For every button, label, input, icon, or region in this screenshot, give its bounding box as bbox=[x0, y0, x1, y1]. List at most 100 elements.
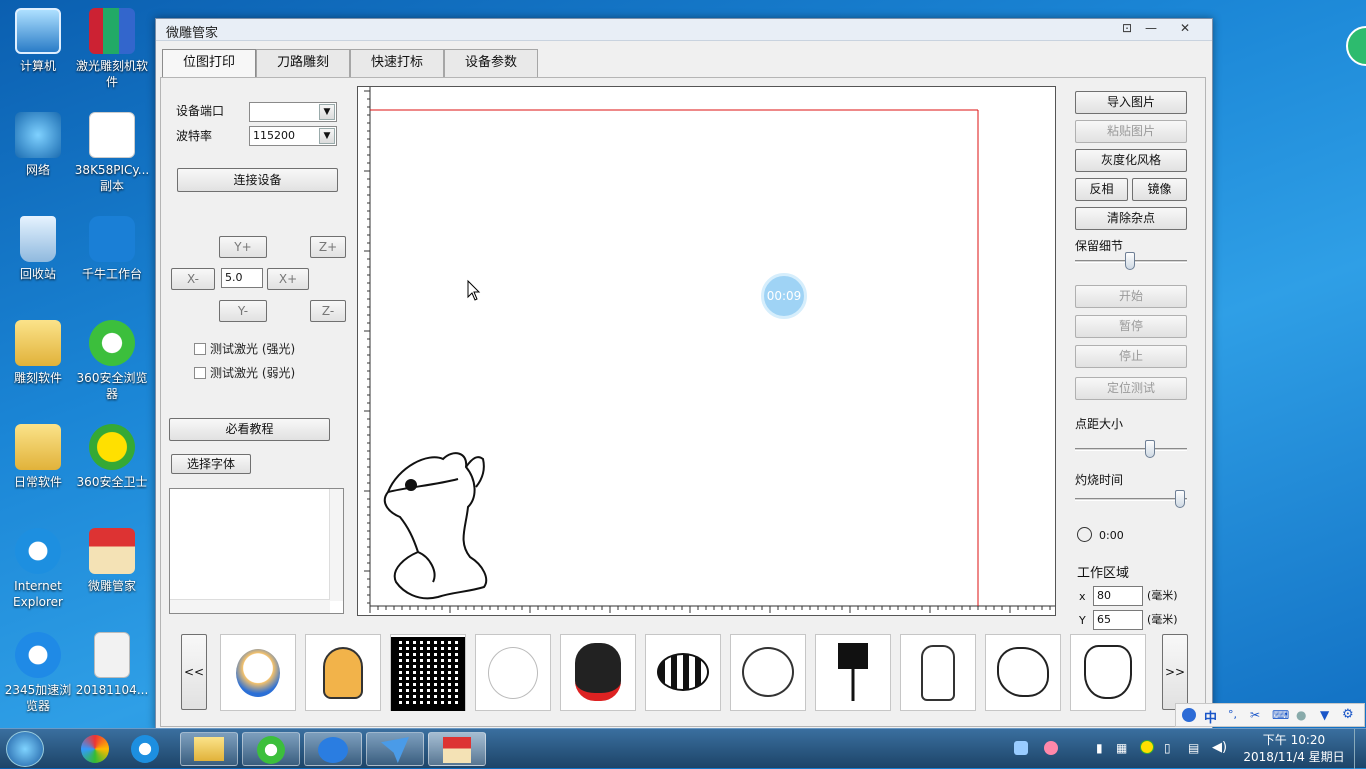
desktop-icon-2345-browser[interactable]: 2345加速浏览器 bbox=[0, 632, 76, 714]
tab-bitmap-print[interactable]: 位图打印 bbox=[162, 49, 256, 79]
work-y-input[interactable]: 65 bbox=[1093, 610, 1143, 630]
tray-device-icon[interactable]: ▯ bbox=[1164, 741, 1171, 755]
desktop-icon-computer[interactable]: 计算机 bbox=[0, 8, 76, 74]
tab-toolpath[interactable]: 刀路雕刻 bbox=[256, 49, 350, 77]
step-input[interactable]: 5.0 bbox=[221, 268, 263, 288]
text-input-area[interactable] bbox=[169, 488, 344, 614]
gallery-image-rabbit[interactable] bbox=[560, 634, 636, 711]
import-image-button[interactable]: 导入图片 bbox=[1075, 91, 1187, 114]
desktop-icon-laser-software[interactable]: 激光雕刻机软件 bbox=[74, 8, 150, 90]
locate-test-button[interactable]: 定位测试 bbox=[1075, 377, 1187, 400]
mirror-button[interactable]: 镜像 bbox=[1132, 178, 1187, 201]
gallery-image-duck[interactable] bbox=[220, 634, 296, 711]
vertical-scrollbar[interactable] bbox=[329, 489, 343, 601]
baud-select[interactable]: 115200 ▼ bbox=[249, 126, 337, 146]
bull-icon bbox=[1084, 645, 1132, 699]
tray-grid-icon[interactable]: ▦ bbox=[1116, 741, 1127, 755]
tab-device-params[interactable]: 设备参数 bbox=[444, 49, 538, 77]
engrave-canvas[interactable]: 00:09 bbox=[357, 86, 1056, 616]
tray-user-icon[interactable] bbox=[1014, 741, 1028, 755]
gallery-prev-button[interactable]: << bbox=[181, 634, 207, 710]
tray-network-icon[interactable]: ▤ bbox=[1188, 741, 1199, 755]
tray-volume-icon[interactable]: ◀) bbox=[1212, 740, 1227, 755]
account-icon[interactable]: ● bbox=[1296, 708, 1306, 722]
gallery-image-pointing[interactable] bbox=[985, 634, 1061, 711]
user-icon[interactable] bbox=[1182, 708, 1196, 722]
z-minus-button[interactable]: Z- bbox=[310, 300, 346, 322]
desktop-icon-recycle-bin[interactable]: 回收站 bbox=[0, 216, 76, 282]
port-select[interactable]: ▼ bbox=[249, 102, 337, 122]
taskbar-weidiao[interactable] bbox=[428, 732, 486, 766]
taskbar-360-browser-open[interactable] bbox=[242, 732, 300, 766]
start-button[interactable]: 开始 bbox=[1075, 285, 1187, 308]
gallery-image-bee[interactable] bbox=[645, 634, 721, 711]
gallery-image-hand[interactable] bbox=[900, 634, 976, 711]
slider-thumb[interactable] bbox=[1145, 440, 1155, 458]
gallery-image-rose[interactable] bbox=[815, 634, 891, 711]
z-plus-button[interactable]: Z+ bbox=[310, 236, 346, 258]
checkbox-box[interactable] bbox=[194, 367, 206, 379]
desktop-icon-image-copy[interactable]: 38K58PICy... 副本 bbox=[74, 112, 150, 194]
ime-toolbar[interactable]: 中 °, ✂ ⌨ ● ▼ ⚙ bbox=[1175, 703, 1365, 727]
desktop-icon-daily-folder[interactable]: 日常软件 bbox=[0, 424, 76, 490]
horizontal-scrollbar[interactable] bbox=[170, 599, 330, 613]
settings-gear-icon[interactable]: ⚙ bbox=[1342, 707, 1354, 722]
tutorial-button[interactable]: 必看教程 bbox=[169, 418, 330, 441]
clock[interactable]: 下午 10:20 2018/11/4 星期日 bbox=[1240, 732, 1348, 766]
punctuation-icon[interactable]: °, bbox=[1228, 708, 1237, 721]
gallery-image-sheep[interactable] bbox=[730, 634, 806, 711]
detail-slider[interactable] bbox=[1075, 252, 1187, 272]
ime-mode[interactable]: 中 bbox=[1204, 707, 1217, 726]
skin-icon[interactable]: ✂ bbox=[1250, 708, 1260, 722]
slider-thumb[interactable] bbox=[1175, 490, 1185, 508]
stop-button[interactable]: 停止 bbox=[1075, 345, 1187, 368]
desktop-icon-ie[interactable]: Internet Explorer bbox=[0, 528, 76, 610]
keyboard-icon[interactable]: ⌨ bbox=[1272, 708, 1289, 722]
denoise-button[interactable]: 清除杂点 bbox=[1075, 207, 1187, 230]
gallery-image-horse-color[interactable] bbox=[305, 634, 381, 711]
desktop-icon-360-security[interactable]: 360安全卫士 bbox=[74, 424, 150, 490]
desktop-icon-weidiao[interactable]: 微雕管家 bbox=[74, 528, 150, 594]
gallery-image-bear[interactable] bbox=[475, 634, 551, 711]
taskbar-ie[interactable] bbox=[116, 732, 174, 766]
desktop-icon-360-browser[interactable]: 360安全浏览器 bbox=[74, 320, 150, 402]
minimize-button[interactable]: — bbox=[1140, 21, 1162, 37]
taskbar-qianniu[interactable] bbox=[366, 732, 424, 766]
pause-button[interactable]: 暂停 bbox=[1075, 315, 1187, 338]
tray-flower-icon[interactable] bbox=[1044, 741, 1058, 755]
x-minus-button[interactable]: X- bbox=[171, 268, 215, 290]
show-desktop-button[interactable] bbox=[1354, 729, 1366, 769]
menu-button[interactable]: ⊡ bbox=[1116, 21, 1138, 37]
close-button[interactable]: ✕ bbox=[1174, 21, 1196, 37]
checkbox-box[interactable] bbox=[194, 343, 206, 355]
choose-font-button[interactable]: 选择字体 bbox=[171, 454, 251, 474]
slider-thumb[interactable] bbox=[1125, 252, 1135, 270]
start-button[interactable] bbox=[6, 731, 44, 767]
desktop-icon-media-file[interactable]: 20181104... bbox=[74, 632, 150, 698]
laser-weak-checkbox[interactable]: 测试激光 (弱光) bbox=[194, 364, 295, 381]
shirt-icon[interactable]: ▼ bbox=[1320, 708, 1329, 722]
y-plus-button[interactable]: Y+ bbox=[219, 236, 267, 258]
paste-image-button[interactable]: 粘贴图片 bbox=[1075, 120, 1187, 143]
taskbar-baidu[interactable] bbox=[304, 732, 362, 766]
connect-button[interactable]: 连接设备 bbox=[177, 168, 338, 192]
desktop-icon-engrave-folder[interactable]: 雕刻软件 bbox=[0, 320, 76, 386]
y-minus-button[interactable]: Y- bbox=[219, 300, 267, 322]
gallery-next-button[interactable]: >> bbox=[1162, 634, 1188, 710]
grayscale-button[interactable]: 灰度化风格 bbox=[1075, 149, 1187, 172]
gallery-image-qrcode[interactable] bbox=[390, 634, 466, 711]
desktop-icon-qianniu[interactable]: 千牛工作台 bbox=[74, 216, 150, 282]
desktop-icon-network[interactable]: 网络 bbox=[0, 112, 76, 178]
burn-time-slider[interactable] bbox=[1075, 490, 1187, 510]
tray-battery-icon[interactable]: ▮ bbox=[1096, 741, 1103, 755]
dot-size-slider[interactable] bbox=[1075, 440, 1187, 460]
invert-button[interactable]: 反相 bbox=[1075, 178, 1128, 201]
laser-strong-checkbox[interactable]: 测试激光 (强光) bbox=[194, 340, 295, 357]
floating-widget[interactable] bbox=[1346, 26, 1366, 66]
taskbar-explorer[interactable] bbox=[180, 732, 238, 766]
x-plus-button[interactable]: X+ bbox=[267, 268, 309, 290]
gallery-image-bull[interactable] bbox=[1070, 634, 1146, 711]
work-x-input[interactable]: 80 bbox=[1093, 586, 1143, 606]
tray-360-icon[interactable] bbox=[1140, 740, 1154, 754]
tab-quick-mark[interactable]: 快速打标 bbox=[350, 49, 444, 77]
